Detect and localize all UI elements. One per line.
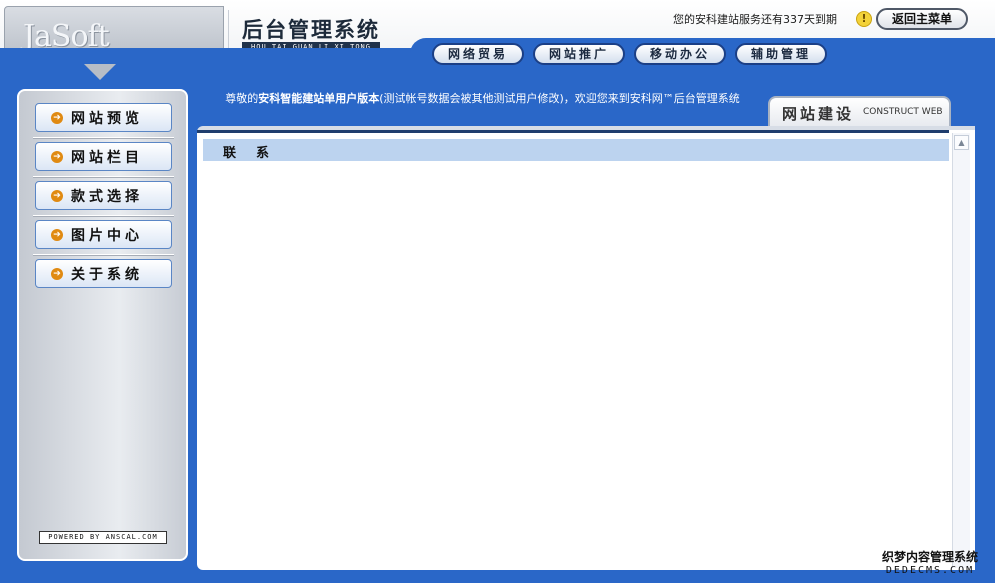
arrow-right-circle-icon: ➔: [51, 150, 63, 163]
scroll-up-icon[interactable]: ▲: [954, 135, 969, 150]
tab-title-en: CONSTRUCT WEB: [863, 107, 943, 117]
top-nav: 网络贸易 网站推广 移动办公 辅助管理: [432, 43, 827, 65]
sidebar-item-label: 图片中心: [71, 227, 143, 244]
vertical-scrollbar[interactable]: ▲: [952, 133, 970, 568]
nav-promotion-button[interactable]: 网站推广: [533, 43, 625, 65]
watermark-line-1: 织梦内容管理系统: [882, 550, 979, 564]
sidebar-item-label: 网站预览: [71, 110, 143, 127]
welcome-suffix: (测试帐号数据会被其他测试用户修改)，欢迎您来到安科网™后台管理系统: [379, 92, 740, 105]
powered-by-badge[interactable]: POWERED BY ANSCAL.COM: [39, 531, 167, 544]
system-title: 后台管理系统: [242, 18, 380, 42]
sidebar-separator: [33, 176, 174, 178]
logo-pointer-icon: [84, 64, 116, 80]
sidebar-item-label: 关于系统: [71, 266, 143, 283]
sidebar-separator: [33, 254, 174, 256]
sidebar-item-label: 网站栏目: [71, 149, 143, 166]
welcome-message: 尊敬的安科智能建站单用户版本(测试帐号数据会被其他测试用户修改)，欢迎您来到安科…: [200, 90, 765, 107]
content-panel: 联系 ▲: [197, 126, 975, 570]
sidebar-item-image-center[interactable]: ➔ 图片中心: [35, 220, 172, 249]
tab-construct-web[interactable]: 网站建设 CONSTRUCT WEB: [768, 96, 951, 127]
sidebar: ➔ 网站预览 ➔ 网站栏目 ➔ 款式选择 ➔ 图片中心 ➔ 关于系统 POWER…: [17, 89, 188, 561]
table-row[interactable]: 联系: [203, 139, 949, 161]
nav-trade-button[interactable]: 网络贸易: [432, 43, 524, 65]
welcome-prefix: 尊敬的: [225, 92, 259, 105]
arrow-right-circle-icon: ➔: [51, 267, 63, 280]
sidebar-separator: [33, 137, 174, 139]
nav-mobile-office-button[interactable]: 移动办公: [634, 43, 726, 65]
arrow-right-circle-icon: ➔: [51, 189, 63, 202]
sidebar-item-style-select[interactable]: ➔ 款式选择: [35, 181, 172, 210]
watermark: 织梦内容管理系统 DEDECMS.COM: [882, 548, 978, 576]
sidebar-item-label: 款式选择: [71, 188, 143, 205]
arrow-right-circle-icon: ➔: [51, 228, 63, 241]
watermark-line-2: DEDECMS.COM: [885, 565, 975, 576]
sidebar-item-site-columns[interactable]: ➔ 网站栏目: [35, 142, 172, 171]
service-expiry-note: 您的安科建站服务还有337天到期: [673, 13, 837, 26]
arrow-right-circle-icon: ➔: [51, 111, 63, 124]
panel-top-rule: [197, 130, 949, 133]
sidebar-item-about-system[interactable]: ➔ 关于系统: [35, 259, 172, 288]
sidebar-separator: [33, 215, 174, 217]
sidebar-item-site-preview[interactable]: ➔ 网站预览: [35, 103, 172, 132]
welcome-product-name: 安科智能建站单用户版本: [258, 92, 380, 105]
tab-title-cn: 网站建设: [782, 105, 855, 123]
nav-aux-management-button[interactable]: 辅助管理: [735, 43, 827, 65]
back-to-main-menu-button[interactable]: 返回主菜单: [876, 8, 968, 30]
warning-icon: !: [856, 11, 872, 27]
contact-row-label: 联系: [223, 146, 290, 161]
